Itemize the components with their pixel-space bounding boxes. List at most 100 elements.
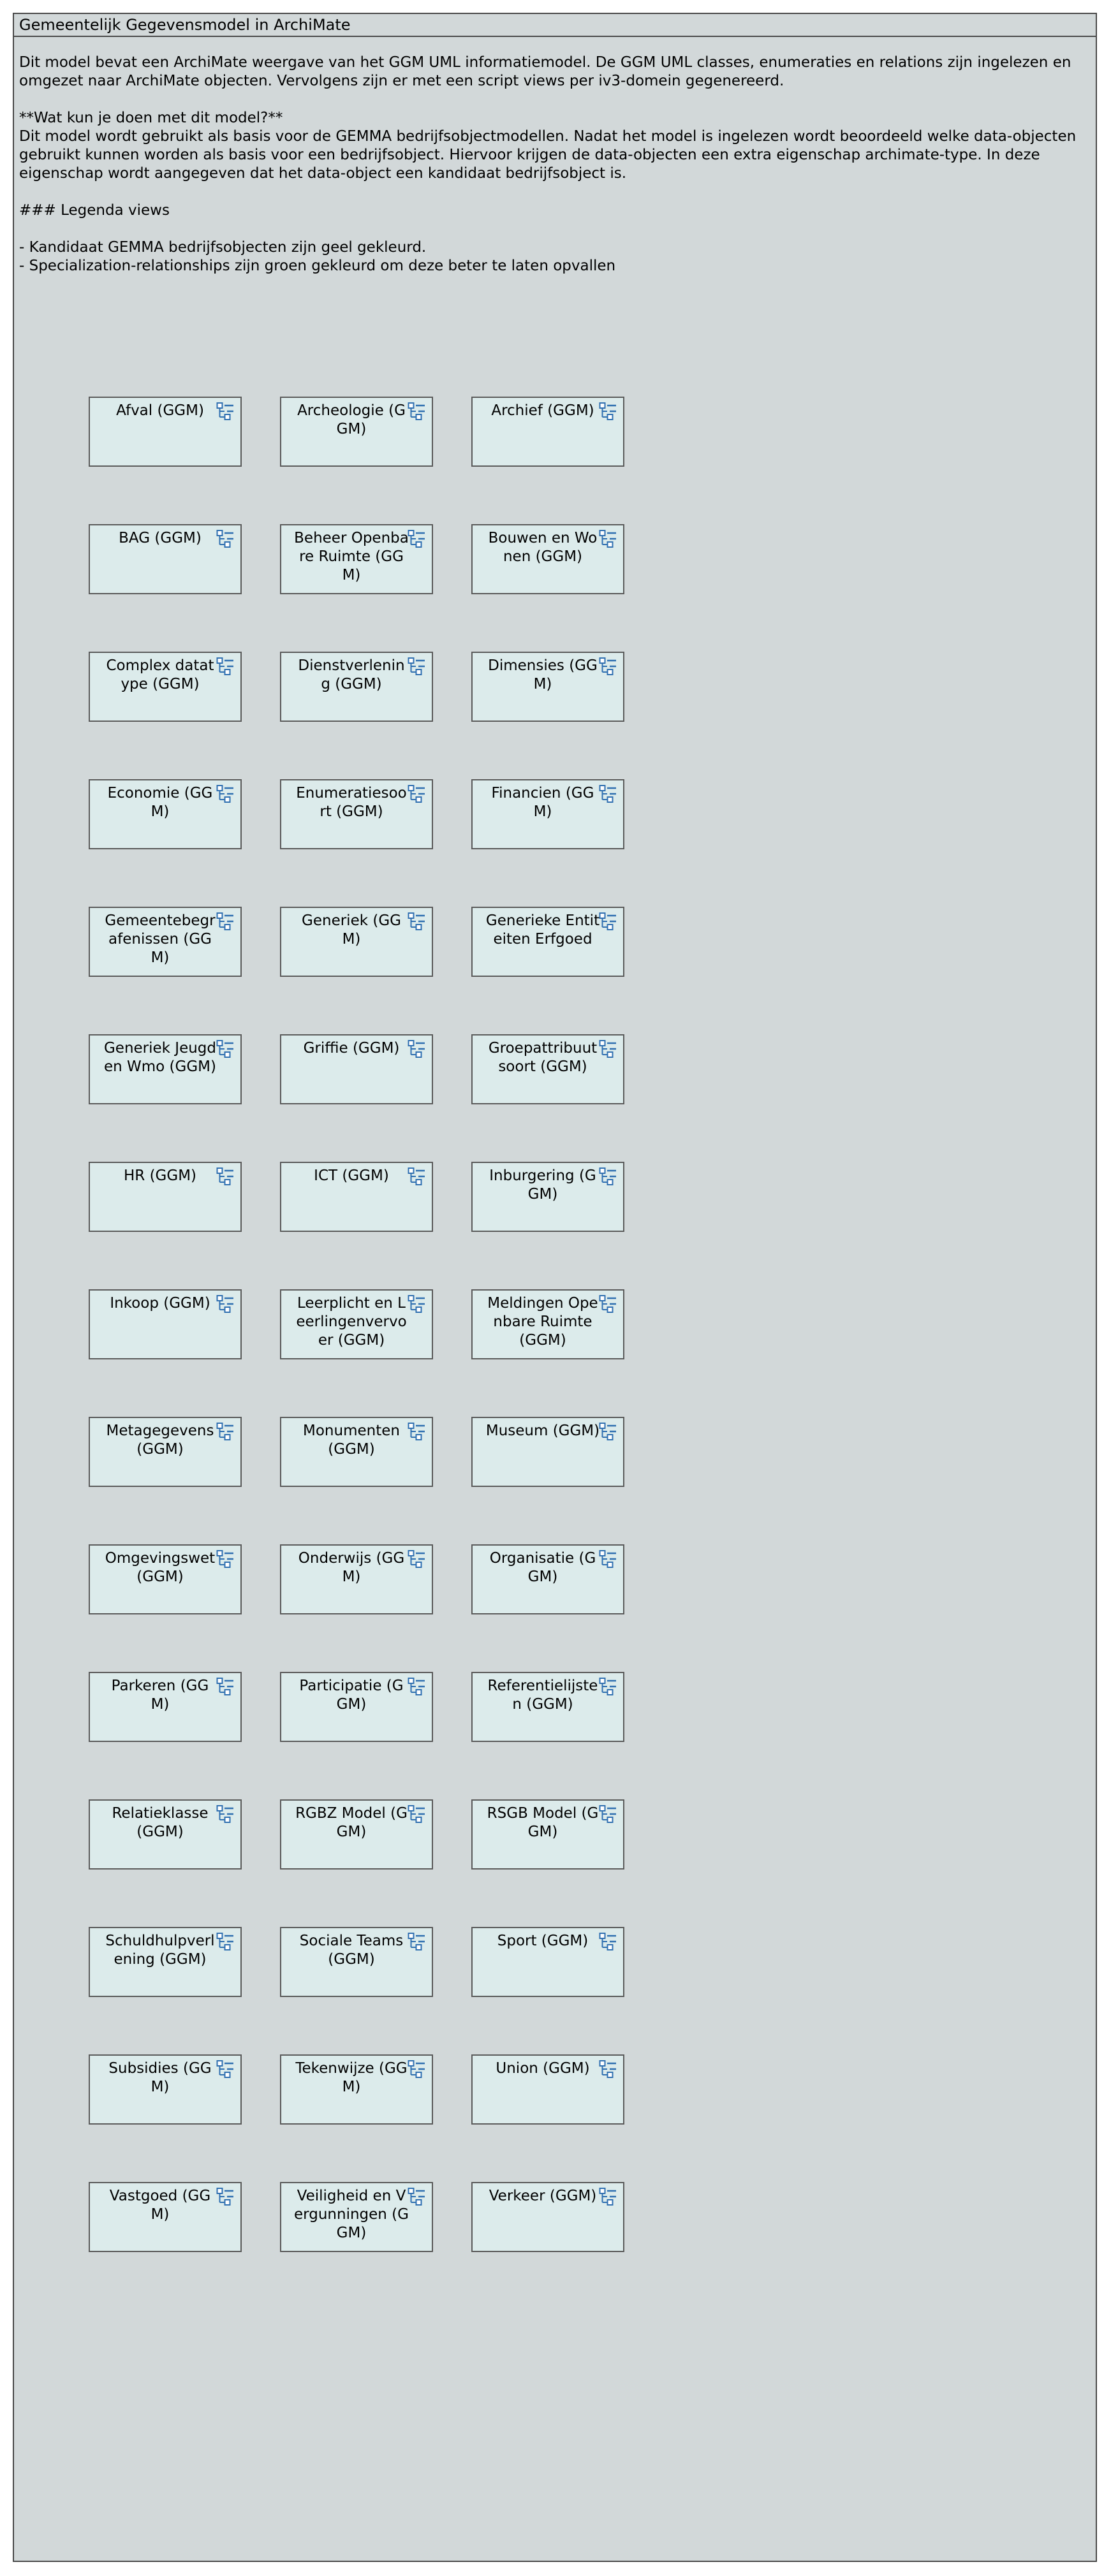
view-reference-label: Schuldhulpverlening (GGM) (105, 1933, 215, 1968)
view-frame: Gemeentelijk Gegevensmodel in ArchiMate … (13, 13, 1097, 2562)
description-usage-text: Dit model wordt gebruikt als basis voor … (19, 128, 1077, 182)
view-reference-label: Sociale Teams (GGM) (299, 1933, 404, 1968)
view-reference-node[interactable]: Tekenwijze (GGM) (280, 2054, 433, 2125)
view-reference-node[interactable]: Gemeentebegrafenissen (GGM) (89, 907, 242, 977)
view-reference-label: Beheer Openbare Ruimte (GGM) (294, 530, 409, 583)
view-reference-node[interactable]: Inburgering (GGM) (471, 1162, 624, 1232)
view-reference-node[interactable]: RGBZ Model (GGM) (280, 1799, 433, 1870)
view-reference-icon (599, 784, 617, 803)
view-reference-node[interactable]: Omgevingswet (GGM) (89, 1544, 242, 1614)
view-reference-node[interactable]: Onderwijs (GGM) (280, 1544, 433, 1614)
view-reference-icon (408, 2060, 425, 2079)
view-reference-icon (216, 912, 234, 931)
view-reference-label: Relatieklasse (GGM) (112, 1805, 209, 1840)
view-reference-icon (599, 2060, 617, 2079)
view-reference-node[interactable]: ICT (GGM) (280, 1162, 433, 1232)
view-reference-label: BAG (GGM) (119, 530, 202, 546)
view-reference-label: Sport (GGM) (497, 1933, 589, 1949)
view-reference-node[interactable]: Veiligheid en Vergunningen (GGM) (280, 2182, 433, 2252)
view-reference-node[interactable]: Participatie (GGM) (280, 1672, 433, 1742)
view-reference-node[interactable]: Archeologie (GGM) (280, 397, 433, 467)
view-reference-node[interactable]: Sport (GGM) (471, 1927, 624, 1997)
view-reference-node[interactable]: Afval (GGM) (89, 397, 242, 467)
view-reference-node[interactable]: Metagegevens (GGM) (89, 1417, 242, 1487)
view-reference-node[interactable]: Monumenten (GGM) (280, 1417, 433, 1487)
view-reference-node[interactable]: Generiek (GGM) (280, 907, 433, 977)
view-reference-icon (408, 402, 425, 421)
view-reference-label: Museum (GGM) (485, 1423, 600, 1439)
view-reference-label: Monumenten (GGM) (303, 1423, 400, 1458)
description-intro: Dit model bevat een ArchiMate weergave v… (19, 54, 1071, 89)
view-reference-icon (216, 784, 234, 803)
view-reference-label: Economie (GGM) (107, 785, 213, 820)
view-reference-node[interactable]: HR (GGM) (89, 1162, 242, 1232)
view-reference-icon (408, 912, 425, 931)
view-reference-icon (216, 402, 234, 421)
view-reference-label: Leerplicht en Leerlingenvervoer (GGM) (296, 1295, 407, 1349)
view-reference-icon (408, 1167, 425, 1186)
view-reference-icon (599, 1039, 617, 1058)
view-reference-node[interactable]: Schuldhulpverlening (GGM) (89, 1927, 242, 1997)
view-reference-node[interactable]: Dimensies (GGM) (471, 652, 624, 722)
view-reference-icon (599, 912, 617, 931)
view-description: Dit model bevat een ArchiMate weergave v… (19, 54, 1091, 275)
view-reference-label: Omgevingswet (GGM) (105, 1550, 216, 1585)
view-reference-node[interactable]: Complex datatype (GGM) (89, 652, 242, 722)
view-reference-label: Gemeentebegrafenissen (GGM) (105, 912, 216, 966)
view-reference-node[interactable]: Enumeratiesoort (GGM) (280, 779, 433, 849)
view-reference-icon (408, 1294, 425, 1314)
view-reference-grid: Afval (GGM) Archeologie (GGM) Archief (GGM… (89, 397, 637, 2252)
view-reference-icon (599, 1167, 617, 1186)
view-reference-label: Archief (GGM) (491, 402, 594, 419)
view-reference-label: Tekenwijze (GGM) (295, 2060, 408, 2095)
view-reference-node[interactable]: Meldingen Openbare Ruimte (GGM) (471, 1289, 624, 1359)
view-reference-node[interactable]: Dienstverlening (GGM) (280, 652, 433, 722)
view-reference-node[interactable]: Generiek Jeugd en Wmo (GGM) (89, 1034, 242, 1104)
view-reference-node[interactable]: Organisatie (GGM) (471, 1544, 624, 1614)
view-reference-icon (599, 2187, 617, 2206)
view-reference-icon (216, 657, 234, 676)
view-reference-label: ICT (GGM) (314, 1167, 389, 1184)
view-reference-node[interactable]: Verkeer (GGM) (471, 2182, 624, 2252)
view-reference-node[interactable]: Beheer Openbare Ruimte (GGM) (280, 524, 433, 594)
view-reference-icon (599, 529, 617, 548)
view-reference-node[interactable]: Groepattribuutsoort (GGM) (471, 1034, 624, 1104)
view-reference-icon (599, 1422, 617, 1441)
view-reference-node[interactable]: Leerplicht en Leerlingenvervoer (GGM) (280, 1289, 433, 1359)
view-reference-node[interactable]: Inkoop (GGM) (89, 1289, 242, 1359)
view-reference-label: Generieke Entiteiten Erfgoed (485, 912, 600, 948)
view-reference-node[interactable]: RSGB Model (GGM) (471, 1799, 624, 1870)
view-reference-label: Inkoop (GGM) (110, 1295, 210, 1312)
view-reference-node[interactable]: Relatieklasse (GGM) (89, 1799, 242, 1870)
view-reference-node[interactable]: Parkeren (GGM) (89, 1672, 242, 1742)
view-reference-icon (216, 1932, 234, 1951)
view-reference-node[interactable]: Subsidies (GGM) (89, 2054, 242, 2125)
view-reference-icon (599, 1932, 617, 1951)
view-reference-icon (216, 529, 234, 548)
view-reference-node[interactable]: Sociale Teams (GGM) (280, 1927, 433, 1997)
view-reference-node[interactable]: BAG (GGM) (89, 524, 242, 594)
view-reference-node[interactable]: Referentielijsten (GGM) (471, 1672, 624, 1742)
view-reference-node[interactable]: Bouwen en Wonen (GGM) (471, 524, 624, 594)
view-reference-node[interactable]: Archief (GGM) (471, 397, 624, 467)
view-reference-icon (599, 657, 617, 676)
view-reference-label: HR (GGM) (123, 1167, 197, 1184)
view-reference-label: Meldingen Openbare Ruimte (GGM) (487, 1295, 598, 1349)
view-reference-node[interactable]: Museum (GGM) (471, 1417, 624, 1487)
view-reference-node[interactable]: Griffie (GGM) (280, 1034, 433, 1104)
view-reference-label: Groepattribuutsoort (GGM) (488, 1040, 598, 1075)
legend-item-candidate: - Kandidaat GEMMA bedrijfsobjecten zijn … (19, 239, 427, 256)
view-reference-label: Subsidies (GGM) (108, 2060, 212, 2095)
view-reference-node[interactable]: Union (GGM) (471, 2054, 624, 2125)
view-reference-icon (408, 1039, 425, 1058)
view-reference-icon (216, 1167, 234, 1186)
view-reference-node[interactable]: Economie (GGM) (89, 779, 242, 849)
view-reference-node[interactable]: Generieke Entiteiten Erfgoed (471, 907, 624, 977)
view-reference-label: Onderwijs (GGM) (298, 1550, 405, 1585)
view-reference-node[interactable]: Vastgoed (GGM) (89, 2182, 242, 2252)
view-reference-node[interactable]: Financien (GGM) (471, 779, 624, 849)
view-reference-icon (216, 1549, 234, 1569)
view-reference-icon (216, 1804, 234, 1824)
view-reference-icon (408, 1549, 425, 1569)
view-reference-icon (599, 1294, 617, 1314)
